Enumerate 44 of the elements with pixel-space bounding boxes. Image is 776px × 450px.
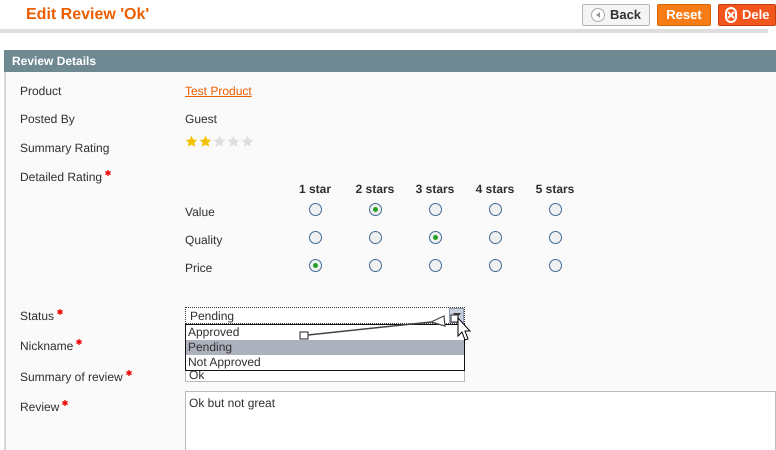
status-option[interactable]: Pending: [186, 340, 464, 355]
rating-radio[interactable]: [548, 231, 562, 244]
rating-radio[interactable]: [368, 231, 382, 244]
rating-radio[interactable]: [488, 203, 502, 216]
review-field[interactable]: Ok but not great: [185, 391, 776, 450]
rating-label: Quality: [185, 233, 222, 247]
rating-radio[interactable]: [488, 231, 502, 244]
rating-radio[interactable]: [548, 203, 562, 216]
rating-radio[interactable]: [308, 231, 322, 244]
rating-radio[interactable]: [308, 259, 322, 272]
field-label: Summary of review: [20, 369, 123, 386]
field-label: Detailed Rating: [20, 169, 102, 186]
rating-radio[interactable]: [428, 203, 442, 216]
field-label: Product: [20, 83, 62, 100]
star-icon: [213, 135, 226, 148]
rating-label: Value: [185, 205, 215, 219]
field-label: Posted By: [20, 111, 75, 128]
delete-x-icon: [725, 6, 737, 22]
field-label: Review: [20, 399, 60, 416]
star-icon: [185, 135, 198, 148]
field-label: Nickname: [20, 338, 74, 355]
column-heading: 3 stars: [416, 182, 454, 196]
column-heading: 1 star: [298, 182, 332, 196]
rating-radio[interactable]: [368, 203, 382, 216]
column-heading: 4 stars: [476, 182, 514, 196]
rating-radio[interactable]: [308, 203, 322, 216]
rating-label: Price: [185, 261, 212, 275]
column-heading: 5 stars: [536, 182, 574, 196]
star-icon: [199, 135, 212, 148]
rating-radio[interactable]: [548, 259, 562, 272]
column-heading: 2 stars: [356, 182, 394, 196]
section-header: Review Details: [4, 50, 776, 72]
rating-radio[interactable]: [488, 259, 502, 272]
status-select[interactable]: Pending: [185, 307, 465, 324]
field-label: Summary Rating: [20, 140, 110, 157]
rating-radio[interactable]: [368, 259, 382, 272]
page-title: Edit Review 'Ok': [26, 4, 150, 24]
star-icon: [227, 135, 240, 148]
field-label: Status: [20, 308, 54, 325]
star-icon: [241, 135, 254, 148]
back-button[interactable]: Back: [582, 4, 650, 26]
rating-radio[interactable]: [428, 231, 442, 244]
rating-radio[interactable]: [428, 259, 442, 272]
posted-by-value: Guest: [185, 111, 218, 128]
